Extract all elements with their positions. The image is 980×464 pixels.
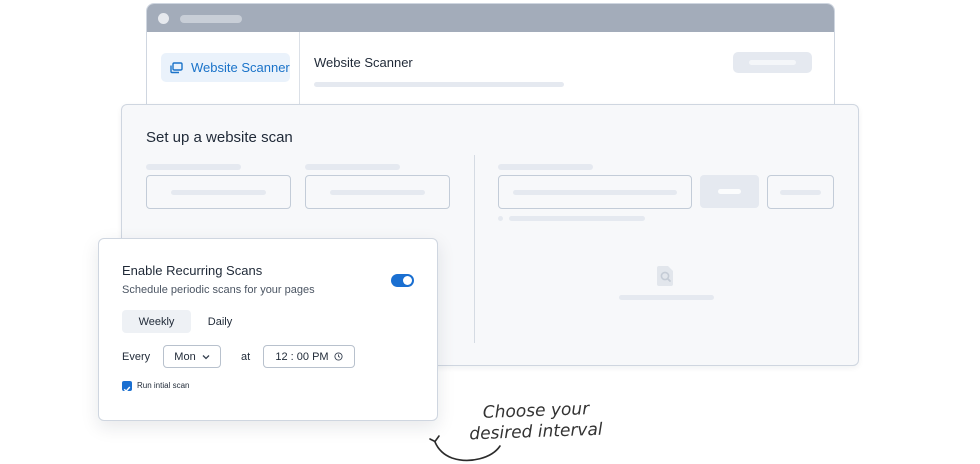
document-search-icon: [656, 265, 676, 292]
field-label-placeholder: [305, 164, 400, 170]
recurring-scans-toggle[interactable]: [391, 274, 414, 287]
scan-field-1[interactable]: [146, 175, 291, 209]
checkmark-icon: [123, 386, 131, 393]
time-input[interactable]: 12 : 00 PM: [263, 345, 355, 368]
column-divider: [474, 155, 475, 343]
sidebar-item-label: Website Scanner: [191, 60, 290, 75]
frequency-weekly-option[interactable]: Weekly: [122, 310, 191, 333]
header-action-button[interactable]: [733, 52, 812, 73]
windows-stack-icon: [169, 61, 183, 74]
recurring-card-subtitle: Schedule periodic scans for your pages: [122, 284, 315, 296]
field-value-placeholder: [780, 190, 821, 195]
field-value-placeholder: [171, 190, 266, 195]
bullet-placeholder: [498, 216, 503, 221]
curved-arrow-icon: [429, 435, 501, 462]
field-value-placeholder: [330, 190, 425, 195]
time-input-value: 12 : 00 PM: [275, 350, 329, 363]
page-title: Website Scanner: [314, 55, 413, 70]
subtitle-placeholder: [314, 82, 564, 87]
url-field[interactable]: [498, 175, 692, 209]
window-control-dot[interactable]: [158, 13, 169, 24]
at-label: at: [241, 351, 251, 363]
button-label-placeholder: [749, 60, 796, 65]
run-initial-scan-checkbox[interactable]: [122, 381, 132, 393]
run-initial-scan-label: Run intial scan: [137, 381, 190, 390]
field-value-placeholder: [513, 190, 677, 195]
field-label-placeholder: [498, 164, 593, 170]
window-title-placeholder: [180, 15, 242, 23]
frequency-daily-option[interactable]: Daily: [197, 310, 243, 333]
every-label: Every: [122, 351, 151, 363]
day-select[interactable]: Mon: [163, 345, 221, 368]
day-select-value: Mon: [174, 350, 196, 363]
add-button[interactable]: [700, 175, 759, 208]
setup-panel-title: Set up a website scan: [146, 129, 293, 146]
toggle-knob: [403, 276, 412, 285]
scan-field-2[interactable]: [305, 175, 450, 209]
recurring-scans-card: Enable Recurring Scans Schedule periodic…: [98, 238, 438, 421]
scanner-window: Website Scanner Website Scanner: [146, 3, 835, 117]
options-field[interactable]: [767, 175, 834, 209]
chevron-down-icon: [202, 354, 210, 360]
recurring-card-title: Enable Recurring Scans: [122, 263, 263, 278]
sidebar-item-website-scanner[interactable]: Website Scanner: [161, 53, 290, 82]
window-titlebar: [147, 4, 834, 32]
empty-state-placeholder: [619, 295, 714, 300]
hint-placeholder: [509, 216, 645, 221]
clock-icon: [334, 352, 343, 361]
field-label-placeholder: [146, 164, 241, 170]
button-label-placeholder: [718, 189, 741, 194]
